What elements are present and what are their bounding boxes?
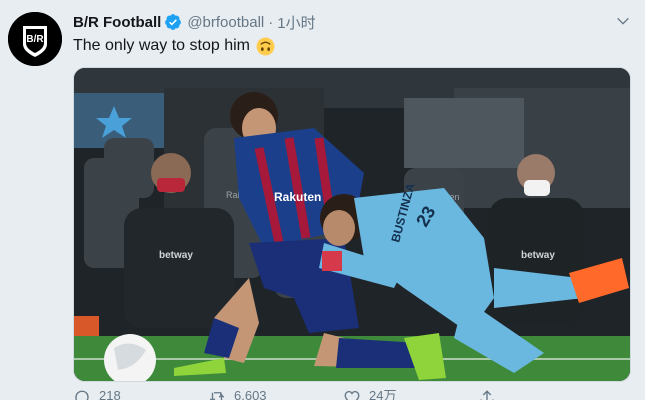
reply-button[interactable]: 218 xyxy=(73,389,208,400)
heart-icon xyxy=(344,390,360,400)
tweet-body: The only way to stop him xyxy=(73,37,250,54)
bench-sponsor-right: betway xyxy=(521,250,555,261)
avatar[interactable]: B/R xyxy=(8,12,62,66)
share-icon xyxy=(480,390,494,400)
retweet-count: 6,603 xyxy=(234,388,267,400)
chevron-down-icon[interactable] xyxy=(615,13,631,29)
retweet-button[interactable]: 6,603 xyxy=(208,389,343,400)
like-button[interactable]: 24万 xyxy=(343,389,478,400)
photo-image: Rakuten Rakuten betway betway xyxy=(74,68,630,381)
separator-dot: · xyxy=(268,13,274,31)
timestamp[interactable]: 1小时 xyxy=(277,12,315,33)
retweet-icon xyxy=(209,392,225,400)
tweet-header: B/R Football @brfootball · 1小时 xyxy=(73,11,316,33)
reply-count: 218 xyxy=(99,388,121,400)
avatar-logo-text: B/R xyxy=(26,34,44,45)
upside-down-face-icon xyxy=(256,37,275,55)
br-logo-icon: B/R xyxy=(8,12,62,66)
verified-badge-icon xyxy=(165,14,182,30)
display-name[interactable]: B/R Football xyxy=(73,14,161,31)
tweet-card[interactable]: B/R B/R Football @brfootball · 1小时 The o… xyxy=(0,0,645,400)
handle[interactable]: @brfootball xyxy=(187,14,264,31)
tweet-actions: 218 6,603 24万 xyxy=(73,389,613,400)
shirt-sponsor-text: Rakuten xyxy=(274,190,321,204)
tweet-photo[interactable]: Rakuten Rakuten betway betway xyxy=(73,67,631,382)
reply-icon xyxy=(75,390,89,400)
like-count: 24万 xyxy=(369,388,397,400)
tweet-text: The only way to stop him xyxy=(73,35,275,57)
share-button[interactable] xyxy=(478,389,613,400)
bench-sponsor-left: betway xyxy=(159,250,193,261)
